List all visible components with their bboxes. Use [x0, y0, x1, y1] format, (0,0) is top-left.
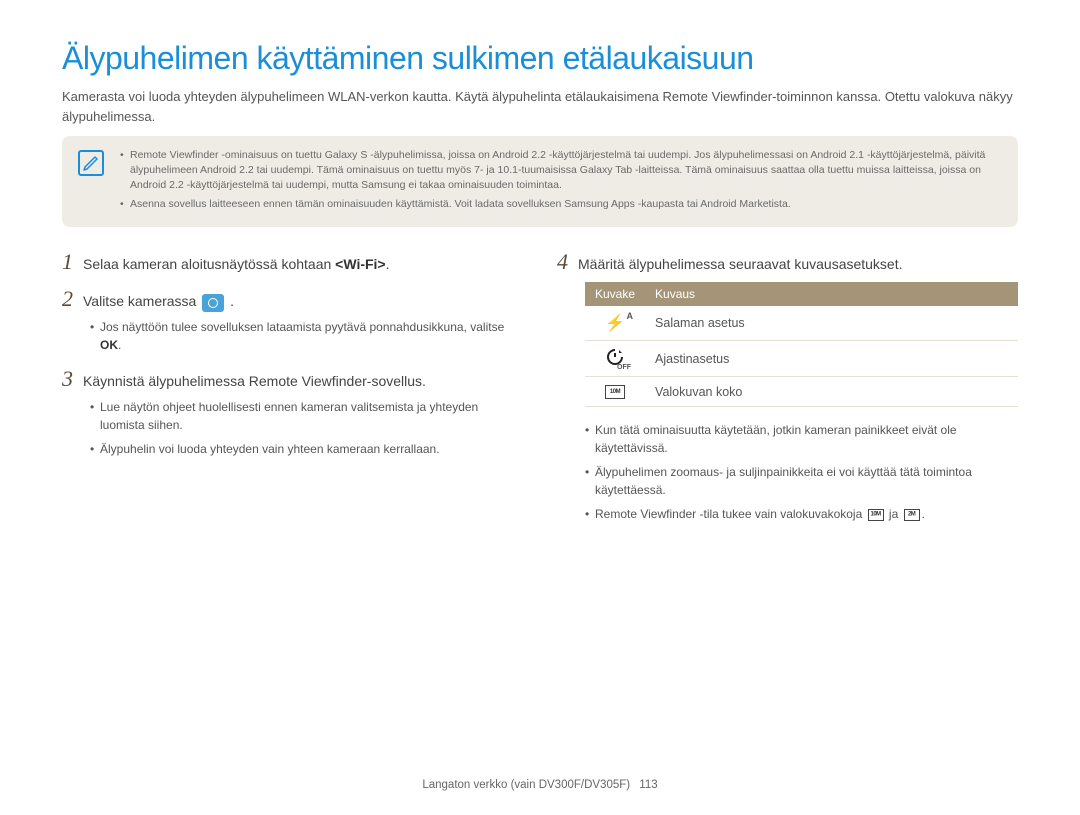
- step-2-text: Valitse kamerassa .: [83, 292, 234, 312]
- bullet-item: Lue näytön ohjeet huolellisesti ennen ka…: [90, 398, 523, 434]
- bullet-item: Älypuhelin voi luoda yhteyden vain yhtee…: [90, 440, 523, 458]
- size-2m-icon: [904, 509, 920, 521]
- intro-text: Kamerasta voi luoda yhteyden älypuhelime…: [62, 87, 1018, 126]
- bullet-item: Jos näyttöön tulee sovelluksen lataamist…: [90, 318, 523, 354]
- settings-table: Kuvake Kuvaus ⚡A Salaman asetus: [585, 282, 1018, 407]
- step-number: 4: [557, 251, 568, 273]
- table-row: Valokuvan koko: [585, 377, 1018, 407]
- step-4-text: Määritä älypuhelimessa seuraavat kuvausa…: [578, 255, 903, 275]
- step-3-text: Käynnistä älypuhelimessa Remote Viewfind…: [83, 372, 426, 392]
- photo-size-icon: [585, 377, 645, 407]
- timer-icon: OFF: [585, 341, 645, 377]
- page-title: Älypuhelimen käyttäminen sulkimen etälau…: [62, 40, 1018, 77]
- bullet-item: Älypuhelimen zoomaus- ja suljinpainikkei…: [585, 463, 1018, 499]
- footer-chapter: Langaton verkko (vain DV300F/DV305F): [422, 779, 630, 791]
- bullet-item: Remote Viewfinder -tila tukee vain valok…: [585, 505, 1018, 523]
- note-icon: [78, 150, 104, 176]
- table-row: OFF Ajastinasetus: [585, 341, 1018, 377]
- table-header: Kuvake Kuvaus: [585, 282, 1018, 306]
- note-item: Asenna sovellus laitteeseen ennen tämän …: [120, 197, 1000, 212]
- note-box: Remote Viewfinder -ominaisuus on tuettu …: [62, 136, 1018, 227]
- th-icon: Kuvake: [585, 282, 645, 306]
- cell-label: Ajastinasetus: [645, 341, 1018, 377]
- flash-icon: ⚡A: [585, 306, 645, 341]
- page-number: 113: [639, 779, 657, 791]
- bullet-item: Kun tätä ominaisuutta käytetään, jotkin …: [585, 421, 1018, 457]
- right-column: 4 Määritä älypuhelimessa seuraavat kuvau…: [557, 251, 1018, 537]
- th-desc: Kuvaus: [645, 282, 1018, 306]
- cell-label: Valokuvan koko: [645, 377, 1018, 407]
- step-number: 1: [62, 251, 73, 273]
- page-footer: Langaton verkko (vain DV300F/DV305F) 113: [0, 779, 1080, 791]
- left-column: 1 Selaa kameran aloitusnäytössä kohtaan …: [62, 251, 523, 537]
- cell-label: Salaman asetus: [645, 306, 1018, 341]
- note-item: Remote Viewfinder -ominaisuus on tuettu …: [120, 148, 1000, 194]
- step-number: 3: [62, 368, 73, 390]
- size-10m-icon: [868, 509, 884, 521]
- table-row: ⚡A Salaman asetus: [585, 306, 1018, 341]
- step-1-text: Selaa kameran aloitusnäytössä kohtaan <W…: [83, 255, 390, 275]
- remote-viewfinder-icon: [202, 294, 224, 312]
- step-number: 2: [62, 288, 73, 310]
